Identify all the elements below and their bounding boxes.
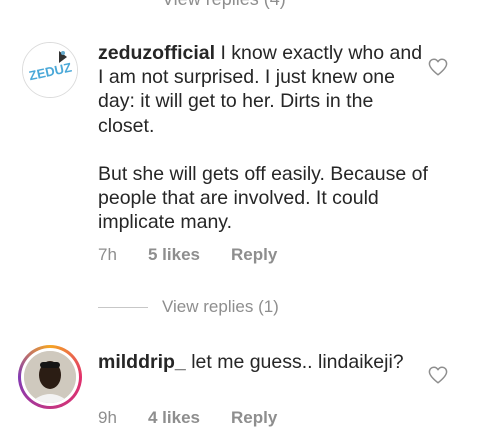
avatar[interactable]: ZEDUZ	[22, 42, 78, 98]
reply-button[interactable]: Reply	[231, 245, 277, 265]
view-replies-link[interactable]: View replies (1)	[98, 297, 279, 317]
comment-body-paragraph-2: But she will gets off easily. Because of…	[98, 162, 428, 234]
view-replies-link-top[interactable]: View replies (4)	[162, 0, 286, 10]
comment-text: milddrip_ let me guess.. lindaikeji?	[98, 350, 428, 374]
view-replies-label[interactable]: View replies (1)	[162, 297, 279, 317]
reply-button[interactable]: Reply	[231, 408, 277, 428]
comment-username[interactable]: zeduzofficial	[98, 42, 215, 64]
heart-icon[interactable]	[428, 366, 448, 384]
comment-meta: 7h 5 likes Reply	[98, 245, 277, 265]
heart-icon[interactable]	[428, 58, 448, 76]
avatar	[24, 351, 76, 403]
comment-username[interactable]: milddrip_	[98, 351, 186, 373]
comment-body: let me guess.. lindaikeji?	[191, 351, 404, 373]
comment-likes[interactable]: 4 likes	[148, 408, 231, 428]
avatar-story-ring[interactable]	[18, 345, 82, 409]
replies-divider	[98, 306, 148, 308]
comment-time: 9h	[98, 408, 117, 427]
comment-likes[interactable]: 5 likes	[148, 245, 231, 265]
zeduz-logo-avatar: ZEDUZ	[22, 42, 78, 98]
comment-meta: 9h 4 likes Reply	[98, 408, 277, 428]
comment-text: zeduzofficial I know exactly who and I a…	[98, 41, 428, 234]
comment-time: 7h	[98, 245, 117, 264]
